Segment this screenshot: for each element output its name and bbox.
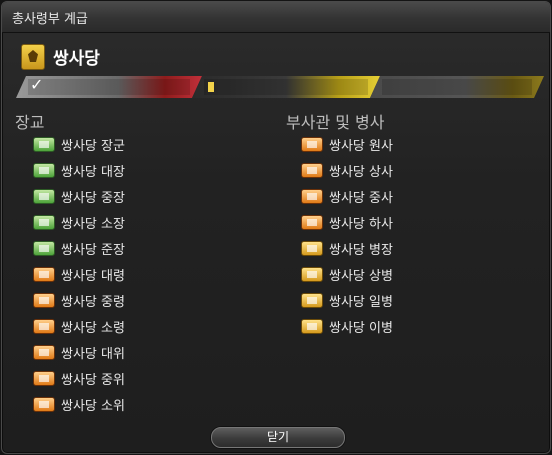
gold-insignia-icon bbox=[301, 241, 323, 256]
list-item: 쌍사당 중장 bbox=[33, 186, 193, 206]
green-insignia-icon bbox=[33, 215, 55, 230]
gold-insignia-icon bbox=[301, 319, 323, 334]
close-button[interactable]: 닫기 bbox=[211, 427, 345, 448]
tier-segment-3 bbox=[370, 76, 544, 98]
orange-chevron-insignia-icon bbox=[301, 163, 323, 178]
orange-chevron-insignia-icon bbox=[301, 189, 323, 204]
gold-insignia-icon bbox=[301, 293, 323, 308]
orange-insignia-icon bbox=[33, 293, 55, 308]
list-item: 쌍사당 장군 bbox=[33, 134, 193, 154]
list-item: 쌍사당 대위 bbox=[33, 342, 193, 362]
company-name: 쌍사당 bbox=[53, 49, 100, 69]
orange-bar-insignia-icon bbox=[33, 397, 55, 412]
list-item: 쌍사당 대장 bbox=[33, 160, 193, 180]
green-insignia-icon bbox=[33, 137, 55, 152]
orange-chevron-insignia-icon bbox=[301, 215, 323, 230]
green-insignia-icon bbox=[33, 163, 55, 178]
rank-tier-bar: ✓ bbox=[16, 76, 544, 98]
list-item: 쌍사당 중사 bbox=[301, 186, 461, 206]
tier-segment-2 bbox=[192, 76, 380, 98]
title-bar[interactable]: 총사령부 계급 bbox=[2, 2, 550, 33]
grand-company-rank-window: 총사령부 계급 쌍사당 ✓ 장교 부사관 및 병사 쌍사당 장군 쌍사당 대장 … bbox=[1, 1, 551, 454]
list-item: 쌍사당 원사 bbox=[301, 134, 461, 154]
officers-heading: 장교 bbox=[15, 113, 45, 132]
checkmark-icon: ✓ bbox=[30, 75, 44, 94]
list-item: 쌍사당 상병 bbox=[301, 264, 461, 284]
list-item: 쌍사당 소장 bbox=[33, 212, 193, 232]
list-item: 쌍사당 중령 bbox=[33, 290, 193, 310]
list-item: 쌍사당 준장 bbox=[33, 238, 193, 258]
list-item: 쌍사당 이병 bbox=[301, 316, 461, 336]
list-item: 쌍사당 중위 bbox=[33, 368, 193, 388]
orange-insignia-icon bbox=[33, 319, 55, 334]
list-item: 쌍사당 대령 bbox=[33, 264, 193, 284]
orange-chevron-insignia-icon bbox=[301, 137, 323, 152]
green-insignia-icon bbox=[33, 241, 55, 256]
tier-segment-1: ✓ bbox=[16, 76, 202, 98]
serpent-emblem-icon bbox=[21, 44, 45, 70]
list-item: 쌍사당 하사 bbox=[301, 212, 461, 232]
list-item: 쌍사당 소령 bbox=[33, 316, 193, 336]
window-title: 총사령부 계급 bbox=[12, 12, 88, 27]
orange-bar-insignia-icon bbox=[33, 345, 55, 360]
list-item: 쌍사당 소위 bbox=[33, 394, 193, 414]
green-insignia-icon bbox=[33, 189, 55, 204]
gold-insignia-icon bbox=[301, 267, 323, 282]
orange-insignia-icon bbox=[33, 267, 55, 282]
enlisted-heading: 부사관 및 병사 bbox=[286, 113, 385, 132]
list-item: 쌍사당 병장 bbox=[301, 238, 461, 258]
orange-bar-insignia-icon bbox=[33, 371, 55, 386]
list-item: 쌍사당 상사 bbox=[301, 160, 461, 180]
progress-marker-icon bbox=[208, 82, 214, 92]
list-item: 쌍사당 일병 bbox=[301, 290, 461, 310]
